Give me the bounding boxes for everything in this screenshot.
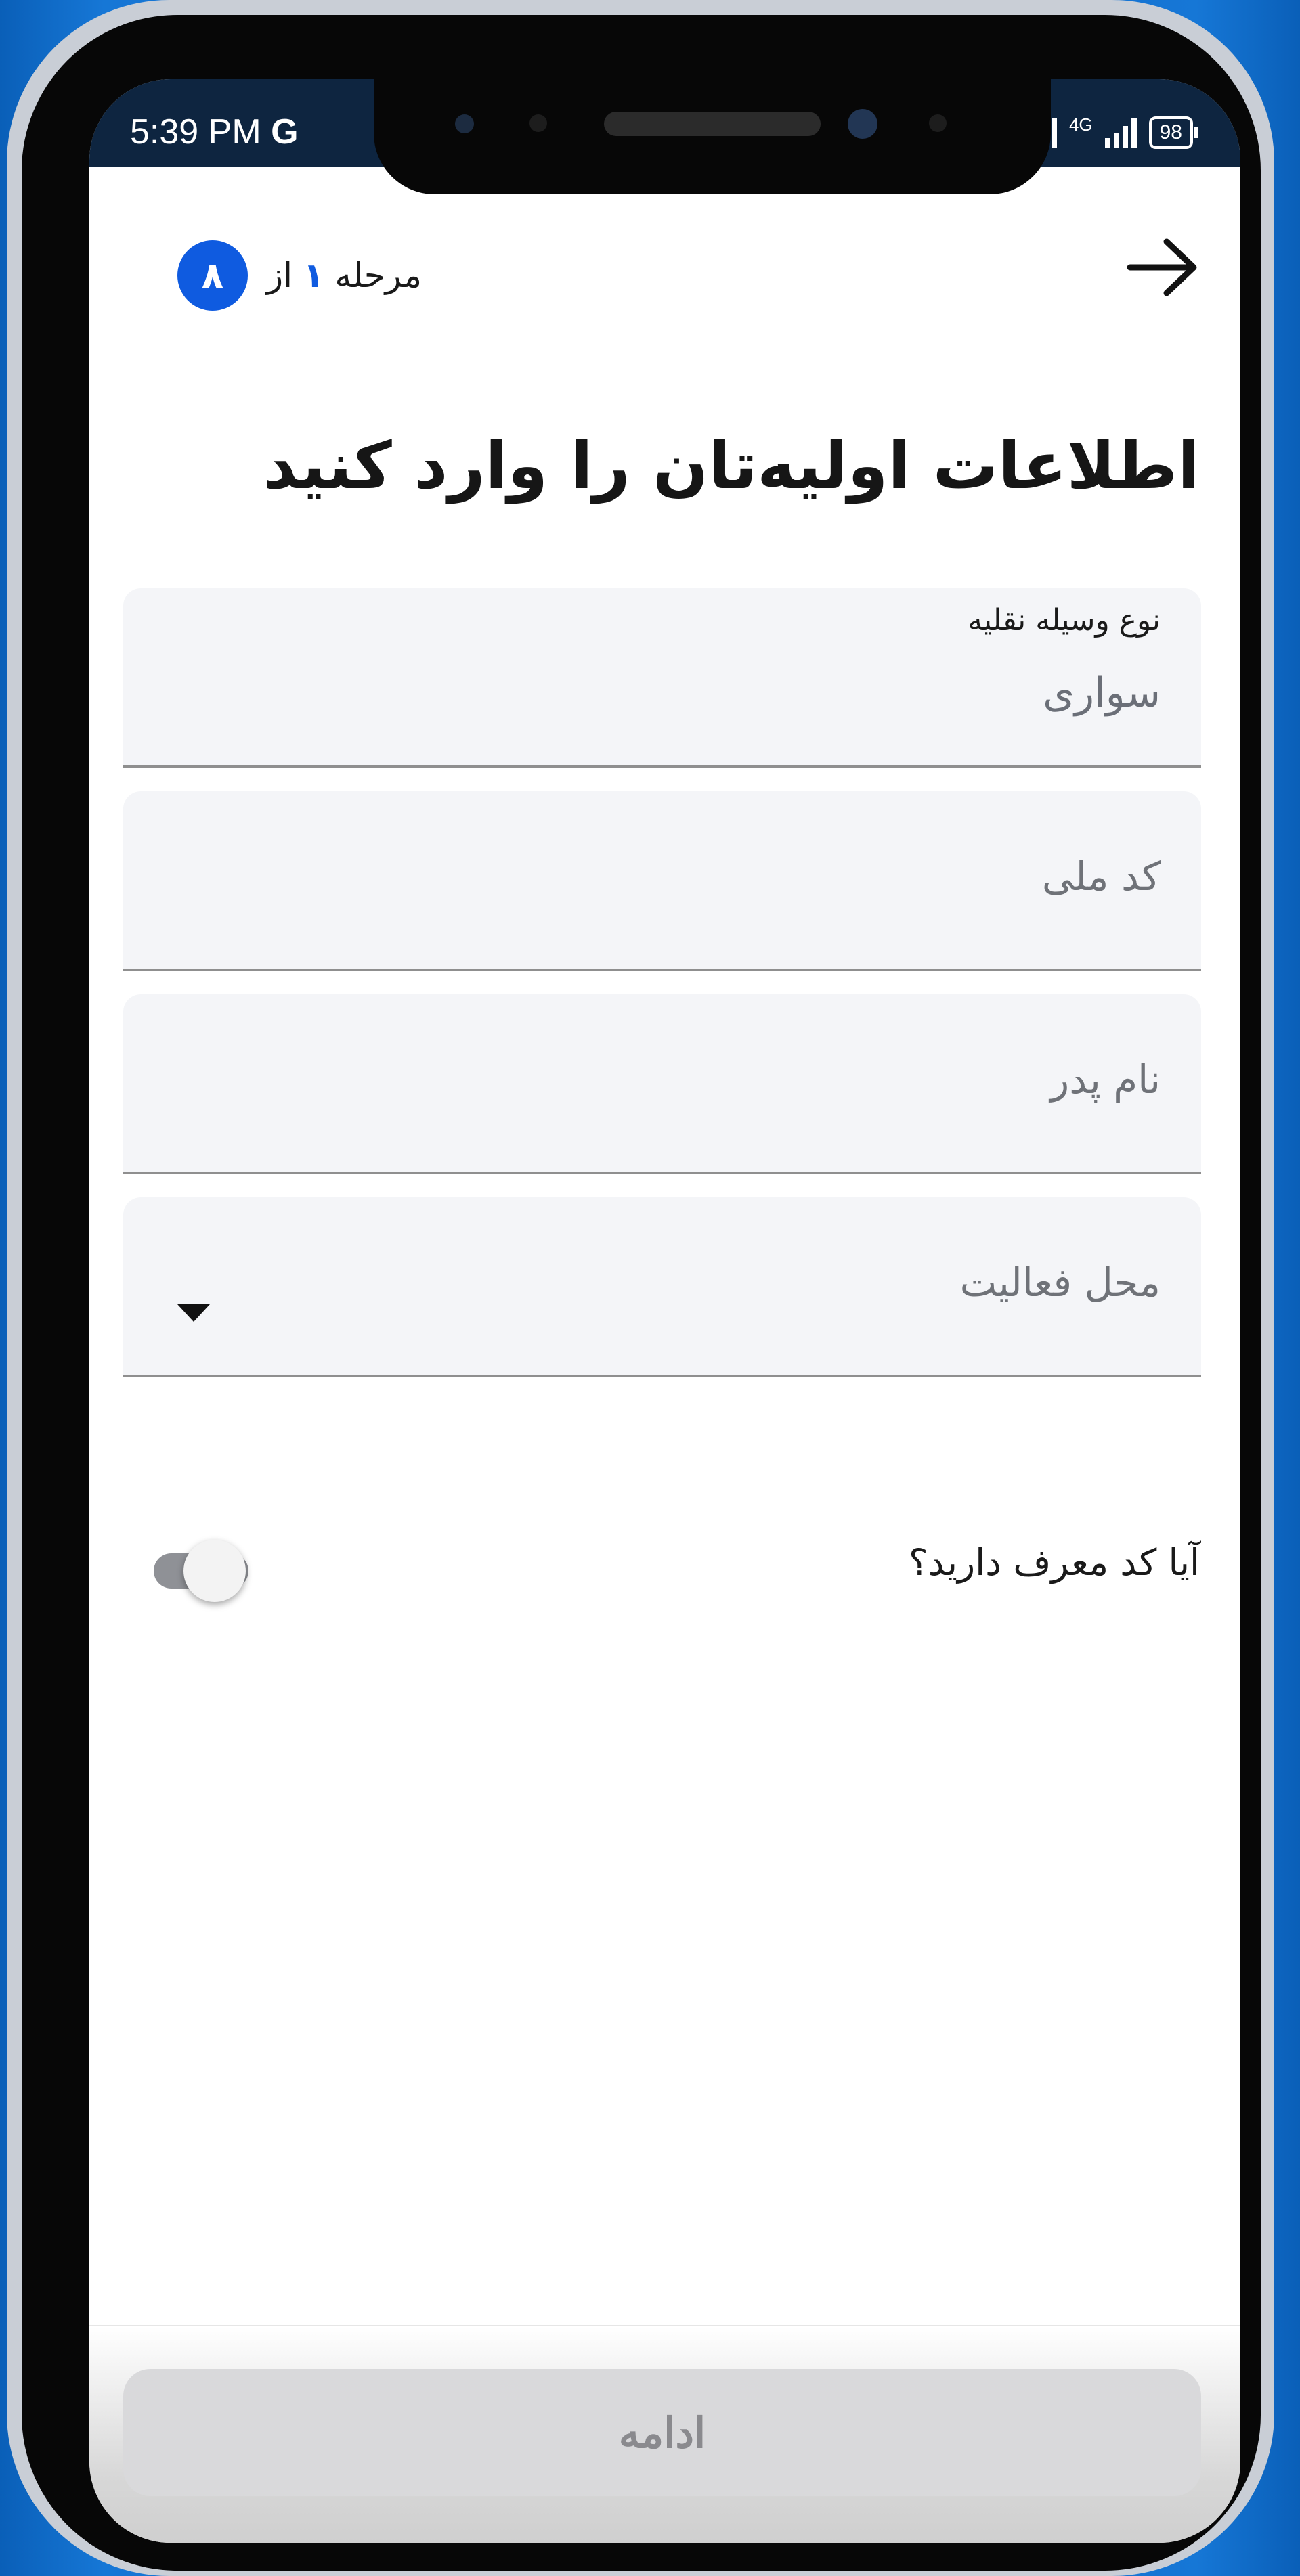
- step-total-badge: ۸: [177, 240, 248, 311]
- activity-location-select[interactable]: محل فعالیت: [123, 1197, 1201, 1377]
- continue-button[interactable]: ادامه: [123, 2369, 1201, 2496]
- vehicle-type-label: نوع وسیله نقلیه: [968, 603, 1161, 638]
- step-current: ۱: [303, 256, 324, 295]
- app-screen: 5:39 PM G 4G 98 ۸ مرحله ۱ از اطلاعات اول…: [89, 79, 1240, 2543]
- network-type-label: 4G: [1068, 114, 1093, 135]
- step-prefix: مرحله: [334, 256, 422, 295]
- step-text: مرحله ۱ از: [267, 256, 422, 295]
- referral-question-label: آیا کد معرف دارید؟: [909, 1541, 1200, 1584]
- referral-toggle[interactable]: [154, 1536, 255, 1602]
- signal-icon-2: [1104, 117, 1137, 148]
- father-name-placeholder: نام پدر: [1050, 1057, 1161, 1103]
- step-of: از: [267, 256, 293, 295]
- activity-location-placeholder: محل فعالیت: [959, 1260, 1161, 1306]
- national-code-placeholder: کد ملی: [1041, 853, 1161, 900]
- phone-body: 5:39 PM G 4G 98 ۸ مرحله ۱ از اطلاعات اول…: [22, 15, 1261, 2571]
- toggle-thumb: [183, 1540, 246, 1602]
- page-title: اطلاعات اولیه‌تان را وارد کنید: [263, 428, 1200, 504]
- caret-down-icon: [177, 1304, 210, 1322]
- referral-row: آیا کد معرف دارید؟: [123, 1528, 1200, 1609]
- battery-icon: 98: [1148, 116, 1199, 149]
- google-icon: G: [271, 112, 299, 152]
- camera-notch: [374, 79, 1051, 194]
- back-arrow-icon[interactable]: [1122, 227, 1203, 308]
- battery-level: 98: [1159, 120, 1182, 143]
- step-indicator: ۸ مرحله ۱ از: [177, 240, 422, 311]
- father-name-input[interactable]: نام پدر: [123, 994, 1201, 1174]
- national-code-input[interactable]: کد ملی: [123, 791, 1201, 971]
- status-time: 5:39 PM G: [130, 112, 299, 152]
- vehicle-type-field[interactable]: نوع وسیله نقلیه سواری: [123, 588, 1201, 768]
- vehicle-type-value: سواری: [1043, 669, 1161, 717]
- continue-label: ادامه: [618, 2410, 706, 2457]
